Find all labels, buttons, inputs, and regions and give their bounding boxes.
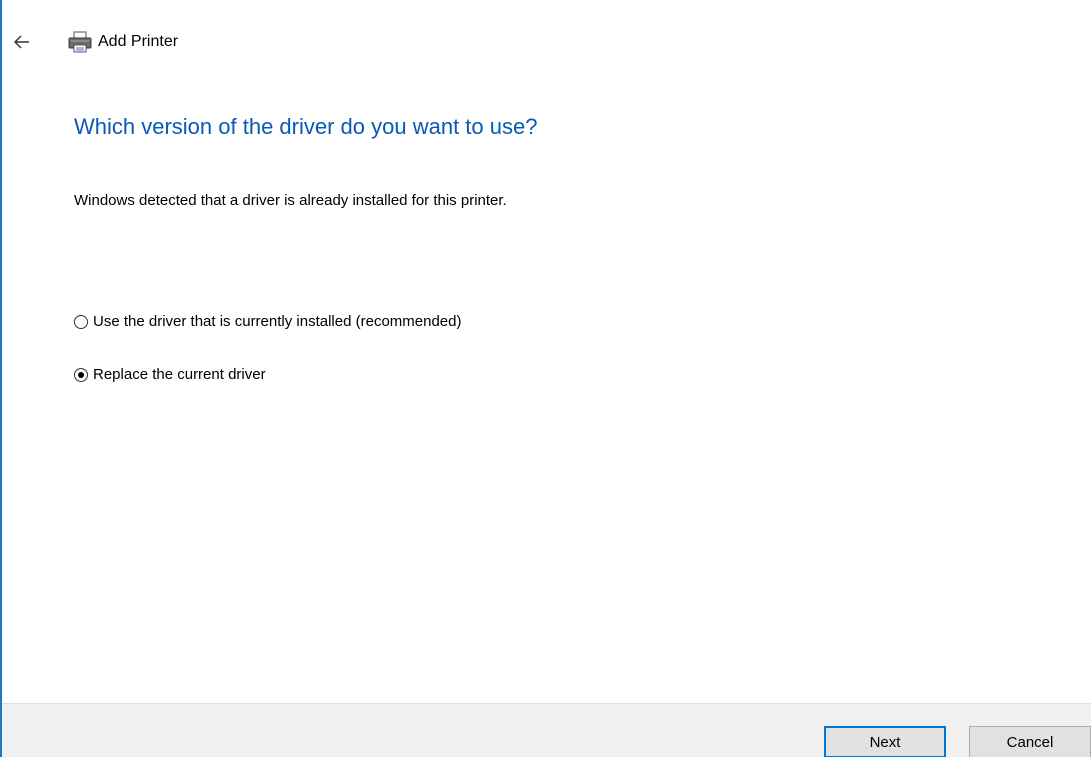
option-use-current-driver[interactable]: Use the driver that is currently install…: [74, 313, 461, 330]
window-title: Add Printer: [98, 33, 179, 50]
window-border: [0, 0, 2, 757]
radio-button-unselected[interactable]: [74, 314, 88, 329]
title-bar: Add Printer: [2, 26, 178, 58]
page-description: Windows detected that a driver is alread…: [74, 192, 507, 209]
back-button[interactable]: [2, 27, 42, 57]
option-label: Replace the current driver: [93, 366, 266, 383]
radio-button-selected[interactable]: [74, 367, 88, 382]
footer-bar: Next Cancel: [2, 703, 1091, 757]
page-heading: Which version of the driver do you want …: [74, 114, 538, 139]
option-replace-driver[interactable]: Replace the current driver: [74, 366, 266, 383]
cancel-button[interactable]: Cancel: [969, 726, 1091, 757]
next-button[interactable]: Next: [824, 726, 946, 757]
back-arrow-icon: [14, 35, 29, 49]
printer-icon: [68, 30, 92, 54]
option-label: Use the driver that is currently install…: [93, 313, 462, 330]
add-printer-window: Add Printer Which version of the driver …: [0, 0, 1091, 757]
